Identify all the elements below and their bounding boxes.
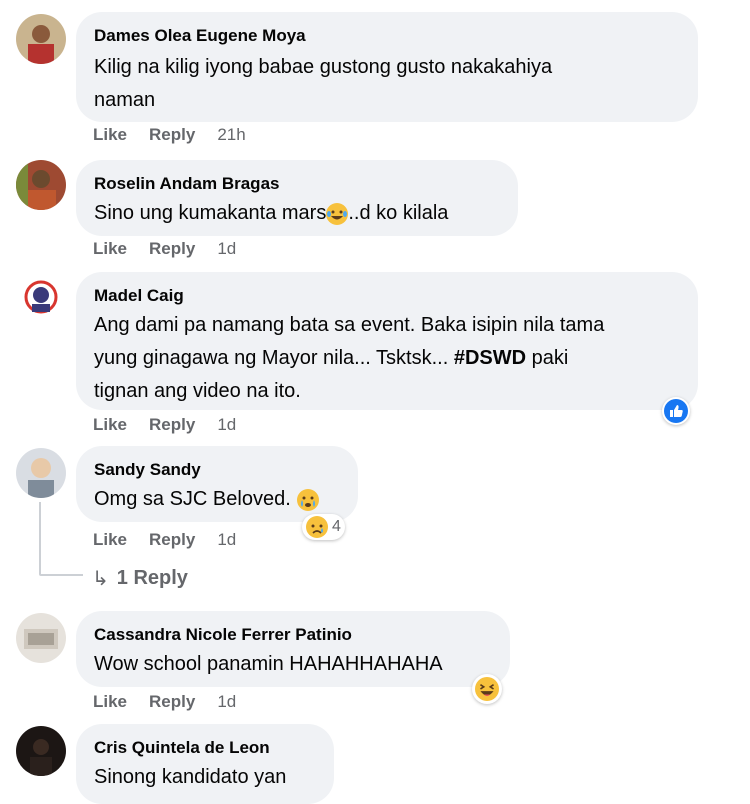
avatar[interactable] — [16, 448, 66, 498]
comment-actions: Like Reply 1d — [93, 238, 236, 260]
sad-reaction-icon — [306, 516, 328, 538]
reply-button[interactable]: Reply — [149, 239, 195, 259]
haha-reaction-icon[interactable] — [472, 674, 502, 704]
comment-bubble: Madel Caig Ang dami pa namang bata sa ev… — [76, 272, 698, 410]
thread-line — [39, 574, 83, 576]
comment-text: Sino ung kumakanta mars ..d ko kilala — [94, 202, 449, 225]
comment-author[interactable]: Sandy Sandy — [94, 459, 340, 481]
comment-actions: Like Reply 1d — [93, 691, 236, 713]
comment-author[interactable]: Madel Caig — [94, 285, 680, 307]
comment-actions: Like Reply 1d — [93, 529, 236, 551]
like-button[interactable]: Like — [93, 125, 127, 145]
avatar[interactable] — [16, 613, 66, 663]
comment-text: Kilig na kilig iyong babae gustong gusto… — [94, 56, 553, 111]
avatar[interactable] — [16, 14, 66, 64]
reply-button[interactable]: Reply — [149, 415, 195, 435]
comment-actions: Like Reply 21h — [93, 124, 246, 146]
view-replies-link[interactable]: ↳ 1 Reply — [92, 566, 188, 591]
timestamp[interactable]: 1d — [217, 415, 236, 435]
reaction-summary[interactable]: 4 — [302, 514, 345, 540]
like-button[interactable]: Like — [93, 239, 127, 259]
timestamp[interactable]: 1d — [217, 692, 236, 712]
like-button[interactable]: Like — [93, 530, 127, 550]
comment-bubble: Cris Quintela de Leon Sinong kandidato y… — [76, 724, 334, 804]
reply-button[interactable]: Reply — [149, 125, 195, 145]
like-button[interactable]: Like — [93, 415, 127, 435]
comment-author[interactable]: Cris Quintela de Leon — [94, 737, 316, 759]
laughing-crying-face-icon — [326, 202, 349, 225]
like-button[interactable]: Like — [93, 692, 127, 712]
reply-button[interactable]: Reply — [149, 692, 195, 712]
hashtag-link[interactable]: #DSWD — [454, 347, 526, 369]
crying-face-icon — [296, 488, 319, 511]
like-reaction-icon[interactable] — [662, 397, 690, 425]
reaction-count: 4 — [332, 518, 341, 535]
comment-bubble: Cassandra Nicole Ferrer Patinio Wow scho… — [76, 611, 510, 687]
reply-button[interactable]: Reply — [149, 530, 195, 550]
avatar[interactable] — [16, 726, 66, 776]
comment-text: Sinong kandidato yan — [94, 766, 287, 788]
comment-text: Ang dami pa namang bata sa event. Baka i… — [94, 314, 605, 402]
comment-author[interactable]: Roselin Andam Bragas — [94, 173, 500, 195]
comment-text: Omg sa SJC Beloved. — [94, 483, 340, 516]
timestamp[interactable]: 1d — [217, 530, 236, 550]
comment-bubble: Roselin Andam Bragas Sino ung kumakanta … — [76, 160, 518, 236]
thread-line — [39, 502, 41, 574]
comment-actions: Like Reply 1d — [93, 414, 236, 436]
comment-bubble: Dames Olea Eugene Moya Kilig na kilig iy… — [76, 12, 698, 122]
comment-text: Wow school panamin HAHAHHAHAHA — [94, 653, 443, 675]
timestamp[interactable]: 1d — [217, 239, 236, 259]
comment-bubble: Sandy Sandy Omg sa SJC Beloved. — [76, 446, 358, 522]
reply-arrow-icon: ↳ — [92, 568, 109, 590]
timestamp[interactable]: 21h — [217, 125, 245, 145]
avatar[interactable] — [16, 160, 66, 210]
comment-author[interactable]: Cassandra Nicole Ferrer Patinio — [94, 624, 492, 646]
comment-author[interactable]: Dames Olea Eugene Moya — [94, 25, 680, 47]
avatar[interactable] — [16, 274, 66, 324]
